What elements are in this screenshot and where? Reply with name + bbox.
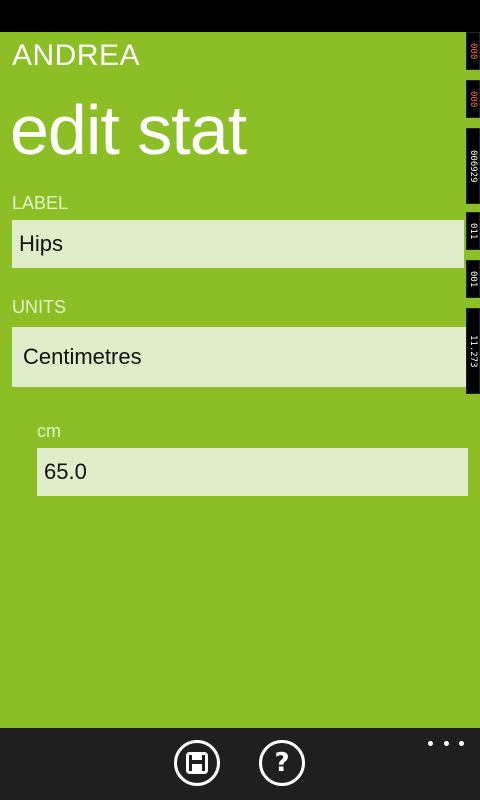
ellipsis-icon xyxy=(428,740,433,746)
page-title: edit stat xyxy=(10,91,247,169)
ellipsis-icon xyxy=(443,740,449,746)
help-button[interactable]: ? xyxy=(259,740,305,786)
debug-counter: 006929 xyxy=(466,128,480,204)
label-field-caption: LABEL xyxy=(12,193,69,213)
debug-counter: 11.273 xyxy=(466,308,480,394)
edit-stat-page: ANDREA edit stat LABEL Hips UNITS Centim… xyxy=(0,32,480,728)
frame-rate-counter: 000 000 006929 011 001 11.273 xyxy=(466,32,480,402)
app-title: ANDREA xyxy=(12,39,141,72)
debug-counter: 000 xyxy=(466,32,480,70)
units-picker[interactable]: Centimetres xyxy=(12,327,468,387)
question-icon: ? xyxy=(274,748,290,778)
debug-counter: 001 xyxy=(466,260,480,298)
debug-counter: 000 xyxy=(466,80,480,118)
save-button[interactable] xyxy=(174,740,220,786)
measurement-unit-caption: cm xyxy=(37,421,61,441)
status-bar xyxy=(0,0,480,32)
application-bar: ? xyxy=(0,728,480,800)
ellipsis-icon xyxy=(459,740,464,746)
more-options-button[interactable] xyxy=(428,734,464,752)
measurement-value-input[interactable]: 65.0 xyxy=(37,448,468,496)
debug-counter: 011 xyxy=(466,212,480,250)
save-disk-icon xyxy=(186,752,208,774)
label-input[interactable]: Hips xyxy=(12,220,464,268)
units-field-caption: UNITS xyxy=(12,297,66,317)
